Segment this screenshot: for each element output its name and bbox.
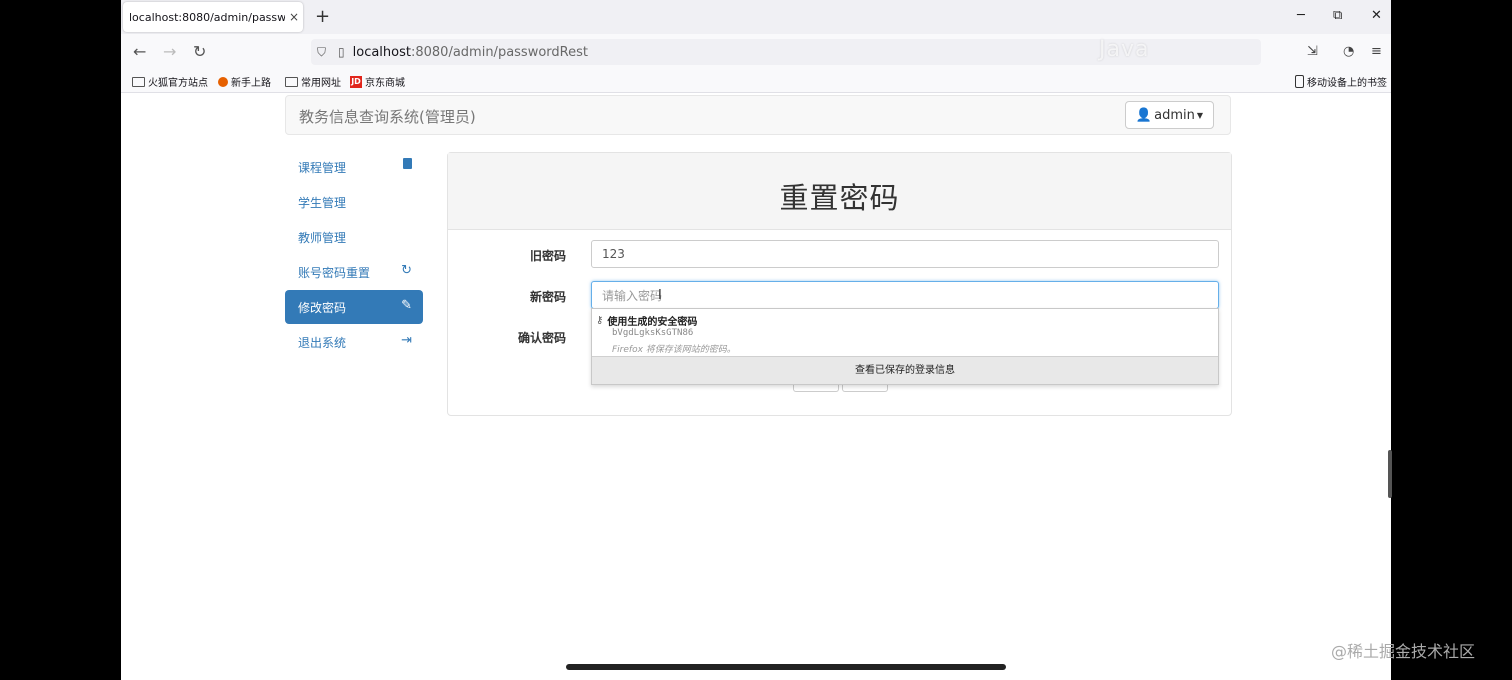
old-password-value: 123 (602, 247, 625, 261)
confirm-password-label: 确认密码 (517, 331, 566, 345)
generated-password: bVgdLgksKsGTN86 (612, 328, 694, 338)
new-password-placeholder: 请输入密码 (602, 288, 663, 303)
scrollbar-thumb[interactable] (1388, 450, 1392, 498)
view-saved-logins-button[interactable]: 查看已保存的登录信息 (592, 356, 1218, 384)
mobile-bookmarks[interactable]: 移动设备上的书签 (1295, 74, 1387, 89)
old-password-label: 旧密码 (529, 249, 566, 263)
new-password-field[interactable]: 请输入密码 I (591, 281, 1219, 309)
minimize-icon[interactable]: ─ (1297, 8, 1305, 23)
pencil-icon: ✎ (401, 298, 412, 313)
sidebar-item-account-reset[interactable]: 账号密码重置 ↻ (285, 255, 423, 289)
page-content: 教务信息查询系统(管理员) 👤 admin ▼ 课程管理 学生管理 教师管理 账… (121, 93, 1391, 680)
sidebar-item-student[interactable]: 学生管理 (285, 185, 423, 219)
bookmark-label: 火狐官方站点 (148, 78, 208, 89)
app-brand[interactable]: 教务信息查询系统(管理员) (299, 106, 476, 127)
restore-icon[interactable]: ⧉ (1333, 8, 1342, 23)
new-tab-icon[interactable]: + (315, 6, 330, 27)
bottom-watermark: @稀土掘金技术社区 (1331, 642, 1476, 661)
sidebar-item-label: 退出系统 (298, 335, 347, 350)
firefox-icon (218, 76, 228, 87)
password-autofill-popup[interactable]: ⚷ 使用生成的安全密码 bVgdLgksKsGTN86 Firefox 将保存该… (591, 308, 1219, 385)
caret-down-icon: ▼ (1196, 110, 1203, 120)
extensions-icon[interactable]: ⇲ (1307, 44, 1318, 59)
bookmark-label: 新手上路 (231, 78, 271, 89)
top-watermark: Java (1099, 37, 1150, 62)
menu-icon[interactable]: ≡ (1371, 44, 1382, 59)
old-password-field[interactable]: 123 (591, 240, 1219, 268)
sidebar-item-teacher[interactable]: 教师管理 (285, 220, 423, 254)
user-icon: 👤 (1135, 107, 1153, 123)
page-info-icon[interactable]: ▯ (338, 45, 345, 59)
bookmark-item[interactable]: JD 京东商城 (350, 74, 405, 89)
logout-icon: ⇥ (401, 333, 412, 348)
panel-heading: 重置密码 (448, 153, 1231, 230)
sidebar-item-label: 学生管理 (298, 195, 347, 210)
folder-icon (285, 76, 298, 87)
generated-password-option[interactable]: ⚷ 使用生成的安全密码 (596, 313, 697, 328)
bookmark-item[interactable]: 新手上路 (218, 74, 271, 89)
url-host: localhost (352, 44, 411, 60)
refresh-icon: ↻ (401, 263, 412, 278)
jd-icon: JD (350, 75, 362, 88)
key-icon: ⚷ (596, 315, 604, 326)
autofill-title: 使用生成的安全密码 (607, 317, 698, 328)
folder-icon (132, 76, 145, 87)
url-path: :8080/admin/passwordRest (410, 44, 588, 60)
new-password-label: 新密码 (529, 290, 566, 304)
tab-strip: localhost:8080/admin/passwordR × + ─ ⧉ ✕ (121, 0, 1391, 34)
close-window-icon[interactable]: ✕ (1371, 8, 1382, 23)
home-indicator[interactable] (566, 664, 1006, 670)
reload-icon[interactable]: ↻ (193, 42, 206, 61)
sidebar-item-label: 修改密码 (298, 300, 347, 315)
page-title: 重置密码 (779, 181, 900, 215)
user-dropdown-button[interactable]: 👤 admin ▼ (1124, 101, 1214, 129)
sidebar-item-course[interactable]: 课程管理 (285, 150, 423, 184)
mobile-icon (1295, 75, 1304, 88)
browser-window: localhost:8080/admin/passwordR × + ─ ⧉ ✕… (121, 0, 1391, 680)
sidebar-item-logout[interactable]: 退出系统 ⇥ (285, 325, 423, 359)
back-icon[interactable]: ← (133, 42, 146, 61)
sidebar-item-change-password[interactable]: 修改密码 ✎ (285, 290, 423, 324)
tab-close-icon[interactable]: × (285, 10, 303, 24)
sidebar: 课程管理 学生管理 教师管理 账号密码重置 ↻ 修改密码 ✎ 退出系统 ⇥ (285, 150, 423, 360)
bookmarks-toolbar: 火狐官方站点 新手上路 常用网址 JD 京东商城 移动设备上的书签 (121, 70, 1391, 93)
bookmark-item[interactable]: 常用网址 (285, 74, 341, 89)
autofill-note: Firefox 将保存该网站的密码。 (612, 345, 736, 355)
sidebar-item-label: 教师管理 (298, 230, 347, 245)
book-icon (403, 158, 412, 173)
account-icon[interactable]: ◔ (1343, 44, 1354, 59)
forward-icon[interactable]: → (163, 42, 176, 61)
bookmark-label: 常用网址 (301, 78, 341, 89)
bookmark-label: 移动设备上的书签 (1307, 78, 1387, 89)
user-name: admin (1154, 107, 1195, 123)
active-tab[interactable]: localhost:8080/admin/passwordR × (123, 2, 303, 32)
app-navbar: 教务信息查询系统(管理员) 👤 admin ▼ (285, 95, 1231, 135)
nav-toolbar: ← → ↻ ⛉ ▯ localhost:8080/admin/passwordR… (121, 34, 1391, 70)
shield-icon[interactable]: ⛉ (317, 45, 326, 60)
tab-title: localhost:8080/admin/passwordR (129, 10, 285, 24)
text-cursor-icon: I (658, 287, 662, 303)
bookmark-item[interactable]: 火狐官方站点 (132, 74, 208, 89)
sidebar-item-label: 课程管理 (298, 160, 347, 175)
bookmark-label: 京东商城 (365, 78, 405, 89)
sidebar-item-label: 账号密码重置 (298, 265, 371, 280)
